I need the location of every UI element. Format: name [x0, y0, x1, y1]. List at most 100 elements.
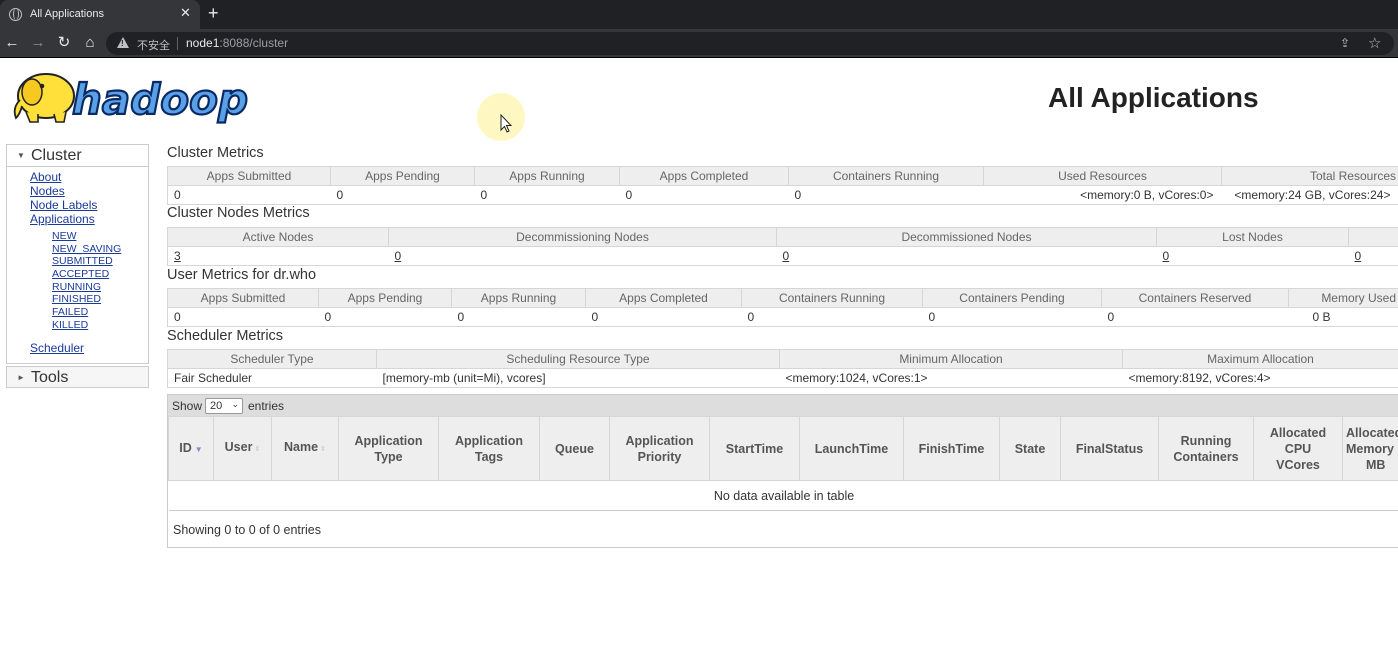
share-icon[interactable]: ⇪: [1340, 36, 1350, 50]
warning-icon[interactable]: [117, 37, 129, 48]
sidebar-item-about[interactable]: About: [30, 170, 61, 184]
metric-value: <memory:8192, vCores:4>: [1122, 368, 1398, 388]
column-header: Minimum Allocation: [779, 349, 1123, 369]
column-header-final-status[interactable]: FinalStatus: [1060, 416, 1159, 481]
metric-value: 0: [1101, 307, 1289, 327]
applications-table: ID ▼ User ⇕ Name ⇕ Application Type Applicat…: [168, 416, 1398, 511]
user-metrics-table: Apps Submitted Apps Pending Apps Running…: [167, 288, 1398, 327]
sidebar-state-submitted[interactable]: SUBMITTED: [52, 255, 113, 267]
metric-value: 0: [330, 185, 475, 205]
sidebar-state-new-saving[interactable]: NEW_SAVING: [52, 243, 121, 255]
url-text[interactable]: node1:8088/cluster: [186, 36, 288, 50]
column-header: Maximum Allocation: [1122, 349, 1398, 369]
svg-text:hadoop: hadoop: [72, 75, 248, 124]
column-header-id[interactable]: ID ▼: [168, 416, 214, 481]
page-title: All Applications: [1048, 82, 1259, 113]
decommissioning-nodes-link[interactable]: 0: [395, 249, 402, 263]
sidebar-state-running[interactable]: RUNNING: [52, 281, 101, 293]
reload-icon[interactable]: ↻: [55, 34, 73, 52]
tab-title: All Applications: [30, 8, 104, 20]
column-header-name[interactable]: Name ⇕: [271, 416, 339, 481]
unhealthy-nodes-link[interactable]: 0: [1355, 249, 1362, 263]
metric-cell: 3: [167, 246, 389, 266]
column-header: Apps Running: [474, 166, 620, 186]
metric-value: <memory:0 B, vCores:0>: [983, 185, 1222, 205]
sidebar-tools[interactable]: ► Tools: [6, 366, 149, 388]
metric-value: <memory:24 GB, vCores:24>: [1221, 185, 1398, 205]
column-header: Scheduling Resource Type: [376, 349, 780, 369]
insecure-label[interactable]: 不安全: [137, 37, 170, 53]
close-tab-icon[interactable]: ✕: [180, 5, 191, 21]
metric-value: 0: [788, 185, 984, 205]
column-header-state[interactable]: State: [999, 416, 1061, 481]
metric-value: 0: [619, 185, 789, 205]
metric-value: Fair Scheduler: [167, 368, 377, 388]
metric-cell: 0: [1348, 246, 1398, 266]
column-header: Apps Pending: [330, 166, 475, 186]
column-header: Apps Pending: [318, 288, 452, 308]
address-bar[interactable]: 不安全 node1:8088/cluster ⇪ ☆: [106, 32, 1394, 55]
column-header-allocated-memory[interactable]: Allocated Memory MB: [1342, 416, 1398, 481]
cluster-metrics-title: Cluster Metrics: [167, 145, 264, 161]
active-nodes-link[interactable]: 3: [174, 249, 181, 263]
column-header-queue[interactable]: Queue: [539, 416, 610, 481]
new-tab-button[interactable]: +: [208, 3, 219, 23]
metric-value: 0: [474, 185, 620, 205]
column-header: Used Resources: [983, 166, 1222, 186]
sidebar-state-finished[interactable]: FINISHED: [52, 293, 101, 305]
tools-title: Tools: [31, 369, 69, 386]
page-length-value: 20: [210, 400, 223, 412]
decommissioned-nodes-link[interactable]: 0: [783, 249, 790, 263]
home-icon[interactable]: ⌂: [81, 34, 99, 52]
sidebar-state-new[interactable]: NEW: [52, 230, 77, 242]
column-header: Containers Pending: [922, 288, 1102, 308]
sidebar-state-failed[interactable]: FAILED: [52, 306, 88, 318]
cluster-header[interactable]: ▼ Cluster: [7, 145, 148, 167]
sidebar-item-scheduler[interactable]: Scheduler: [30, 341, 84, 355]
column-header-launch-time[interactable]: LaunchTime: [799, 416, 904, 481]
column-header: Scheduler Type: [167, 349, 377, 369]
column-header: Apps Completed: [585, 288, 742, 308]
url-path: :8088/cluster: [219, 36, 289, 50]
bookmark-star-icon[interactable]: ☆: [1368, 34, 1381, 52]
metric-value: 0: [318, 307, 452, 327]
column-header-application-priority[interactable]: Application Priority: [609, 416, 710, 481]
applications-table-wrapper: Show 20 ⌄ entries ID ▼ User ⇕ Name ⇕ Applic…: [167, 394, 1398, 548]
scheduler-metrics-title: Scheduler Metrics: [167, 328, 284, 344]
column-header-application-type[interactable]: Application Type: [338, 416, 439, 481]
show-label: Show: [172, 399, 203, 413]
sidebar-item-applications[interactable]: Applications: [30, 212, 95, 226]
column-header: Active Nodes: [167, 227, 389, 247]
tools-header[interactable]: ► Tools: [7, 367, 148, 389]
column-header-allocated-cpu[interactable]: Allocated CPU VCores: [1253, 416, 1343, 481]
sidebar-state-accepted[interactable]: ACCEPTED: [52, 268, 109, 280]
expanded-triangle-icon: ▼: [17, 151, 25, 160]
entries-label: entries: [248, 399, 285, 413]
sidebar-state-killed[interactable]: KILLED: [52, 319, 88, 331]
sidebar-item-nodes[interactable]: Nodes: [30, 184, 65, 198]
hadoop-logo[interactable]: hadoop: [8, 66, 256, 126]
address-separator: [177, 37, 178, 50]
column-header-finish-time[interactable]: FinishTime: [903, 416, 1000, 481]
column-header-application-tags[interactable]: Application Tags: [438, 416, 540, 481]
lost-nodes-link[interactable]: 0: [1163, 249, 1170, 263]
forward-arrow-icon[interactable]: →: [29, 34, 47, 52]
column-header-running-containers[interactable]: Running Containers: [1158, 416, 1254, 481]
table-length-bar: Show 20 ⌄ entries: [168, 395, 1398, 416]
column-header: Containers Reserved: [1101, 288, 1289, 308]
column-header: [1348, 227, 1398, 247]
column-header: Apps Submitted: [167, 288, 319, 308]
browser-toolbar: ← → ↻ ⌂ 不安全 node1:8088/cluster ⇪ ☆: [0, 29, 1398, 58]
back-arrow-icon[interactable]: ←: [3, 34, 21, 52]
metric-value: 0: [167, 185, 331, 205]
column-header: Decommissioning Nodes: [388, 227, 777, 247]
sidebar-item-node-labels[interactable]: Node Labels: [30, 198, 97, 212]
browser-tab[interactable]: All Applications ✕: [0, 0, 200, 29]
metric-cell: 0: [388, 246, 777, 266]
column-header-start-time[interactable]: StartTime: [709, 416, 800, 481]
metric-cell: 0: [776, 246, 1157, 266]
page-length-select[interactable]: 20 ⌄: [205, 398, 243, 414]
cluster-nodes-metrics-title: Cluster Nodes Metrics: [167, 205, 310, 221]
metric-value: 0: [167, 307, 319, 327]
column-header-user[interactable]: User ⇕: [213, 416, 272, 481]
